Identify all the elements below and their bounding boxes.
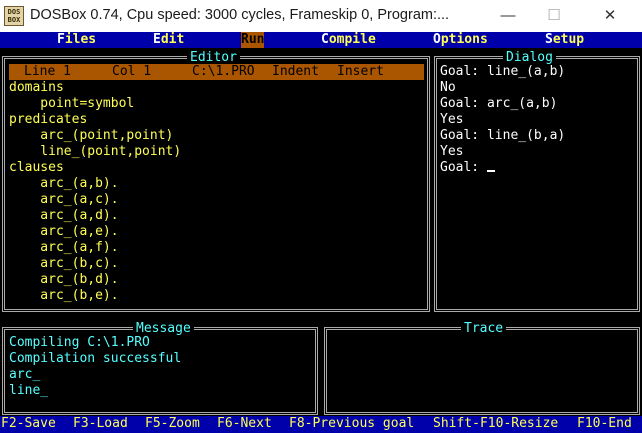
menu-options-label: ptions	[440, 32, 488, 47]
close-icon[interactable]: ✕	[587, 0, 633, 32]
dialog-goal-prompt[interactable]: Goal:	[440, 160, 495, 176]
menu-files-hotkey: F	[57, 32, 65, 47]
menu-compile-label: ompile	[328, 32, 376, 47]
editor-line: arc_(b,d).	[9, 272, 119, 287]
menu-run[interactable]: Run	[241, 32, 265, 48]
menu-compile[interactable]: Compile	[321, 32, 376, 48]
dialog-line: Yes	[440, 112, 464, 127]
minimize-icon[interactable]: —	[485, 0, 531, 32]
message-line: arc_	[9, 367, 41, 382]
editor-line: predicates	[9, 112, 88, 127]
function-key-bar: F2-Save F3-Load F5-Zoom F6-Next F8-Previ…	[0, 416, 642, 433]
editor-line: line_(point,point)	[9, 144, 182, 159]
editor-line: arc_(point,point)	[9, 128, 174, 143]
text-cursor	[486, 170, 495, 172]
icon-text-bottom: BOX	[7, 16, 21, 24]
key-resize[interactable]: Shift-F10-Resize	[433, 416, 558, 432]
editor-pane[interactable]: Editor Line 1 Col 1 C:\1.PRO Indent Inse…	[2, 50, 430, 312]
editor-insert-mode: Insert	[337, 64, 384, 79]
key-save[interactable]: F2-Save	[1, 416, 56, 432]
editor-indent-mode: Indent	[272, 64, 319, 79]
key-previous-goal[interactable]: F8-Previous goal	[289, 416, 414, 432]
editor-status-bar: Line 1 Col 1 C:\1.PRO Indent Insert	[9, 64, 424, 80]
editor-line: point=symbol	[9, 96, 135, 111]
editor-line: arc_(b,c).	[9, 256, 119, 271]
menu-edit[interactable]: Edit	[153, 32, 184, 48]
editor-line: arc_(a,d).	[9, 208, 119, 223]
editor-line: arc_(a,b).	[9, 176, 119, 191]
editor-line: domains	[9, 80, 64, 95]
trace-pane[interactable]: Trace	[324, 321, 640, 415]
menu-edit-hotkey: E	[153, 32, 161, 47]
dosbox-app-icon[interactable]: DOS BOX	[4, 6, 24, 26]
menu-options-hotkey: O	[433, 32, 441, 47]
window-title: DOSBox 0.74, Cpu speed: 3000 cycles, Fra…	[30, 7, 450, 23]
menu-setup-label: etup	[552, 32, 585, 47]
key-end[interactable]: F10-End	[577, 416, 632, 432]
editor-line-indicator: Line 1	[24, 64, 71, 79]
message-line: line_	[9, 383, 49, 398]
menu-compile-hotkey: C	[321, 32, 329, 47]
window-title-bar[interactable]: DOS BOX DOSBox 0.74, Cpu speed: 3000 cyc…	[0, 0, 642, 32]
maximize-icon[interactable]: ☐	[531, 0, 577, 32]
dialog-line: Goal: arc_(a,b)	[440, 96, 558, 111]
menu-setup-hotkey: S	[545, 32, 553, 47]
editor-line: arc_(a,c).	[9, 192, 119, 207]
key-zoom[interactable]: F5-Zoom	[145, 416, 200, 432]
dialog-line: Yes	[440, 144, 464, 159]
menu-edit-label: dit	[160, 32, 185, 47]
menu-files-label: iles	[64, 32, 97, 47]
dialog-line: Goal: line_(b,a)	[440, 128, 566, 143]
message-line: Compiling C:\1.PRO	[9, 335, 150, 350]
icon-text-top: DOS	[7, 8, 21, 16]
goal-prompt-label: Goal:	[440, 160, 487, 175]
editor-line: arc_(a,f).	[9, 240, 119, 255]
editor-line: arc_(b,e).	[9, 288, 119, 303]
editor-col-indicator: Col 1	[112, 64, 152, 79]
menu-bar: Files Edit Run Compile Options Setup	[0, 32, 642, 48]
dos-screen[interactable]: Files Edit Run Compile Options Setup Edi…	[0, 32, 642, 433]
menu-options[interactable]: Options	[433, 32, 488, 48]
message-pane[interactable]: Message Compiling C:\1.PRO Compilation s…	[2, 321, 318, 415]
key-load[interactable]: F3-Load	[73, 416, 128, 432]
editor-file-name: C:\1.PRO	[192, 64, 255, 79]
dialog-line: No	[440, 80, 456, 95]
menu-setup[interactable]: Setup	[545, 32, 584, 48]
key-next[interactable]: F6-Next	[217, 416, 272, 432]
menu-files[interactable]: Files	[57, 32, 96, 48]
message-line: Compilation successful	[9, 351, 182, 366]
trace-title: Trace	[461, 321, 507, 337]
dialog-line: Goal: line_(a,b)	[440, 64, 566, 79]
menu-run-hotkey: R	[241, 32, 249, 47]
menu-run-label: un	[248, 32, 265, 47]
dialog-pane[interactable]: Dialog Goal: line_(a,b) No Goal: arc_(a,…	[434, 50, 640, 312]
editor-line: arc_(a,e).	[9, 224, 119, 239]
editor-line: clauses	[9, 160, 64, 175]
